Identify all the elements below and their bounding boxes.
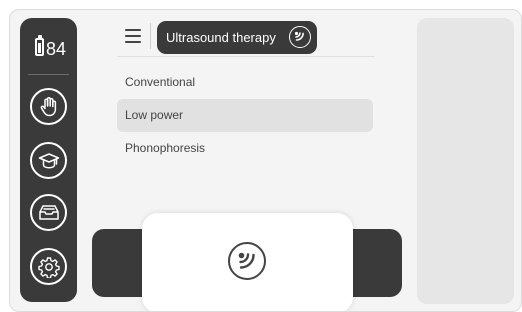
page-title: Ultrasound therapy (166, 30, 276, 45)
right-panel (417, 18, 514, 304)
sidebar: 84 (20, 18, 77, 302)
header-divider (150, 23, 151, 49)
therapy-mode-list: Conventional Low power Phonophoresis (117, 66, 373, 165)
start-ultrasound-button[interactable] (142, 213, 353, 311)
battery-fill (38, 42, 41, 53)
ultrasound-icon (228, 242, 266, 280)
sidebar-item-hand[interactable] (30, 88, 67, 125)
sidebar-item-learning[interactable] (30, 142, 67, 179)
page-title-pill: Ultrasound therapy (157, 21, 317, 54)
battery-status: 84 (20, 35, 77, 62)
sidebar-item-settings[interactable] (30, 248, 67, 285)
gear-icon (37, 256, 60, 278)
battery-level: 84 (46, 39, 67, 59)
list-item-phonophoresis[interactable]: Phonophoresis (117, 132, 373, 165)
archive-box-icon (38, 204, 59, 220)
hand-icon (40, 96, 56, 116)
sidebar-item-archive[interactable] (30, 194, 67, 231)
device-screen: 84 Ultrasound therapy Conventional Low p… (9, 9, 522, 312)
header-underline (117, 56, 375, 57)
header: Ultrasound therapy (117, 20, 385, 56)
sidebar-divider (28, 74, 69, 75)
list-item-conventional[interactable]: Conventional (117, 66, 373, 99)
ultrasound-icon (289, 26, 311, 48)
list-item-low-power[interactable]: Low power (117, 99, 373, 132)
graduation-cap-icon (38, 152, 59, 169)
battery-icon (35, 35, 44, 56)
hamburger-menu-icon[interactable] (125, 29, 141, 43)
